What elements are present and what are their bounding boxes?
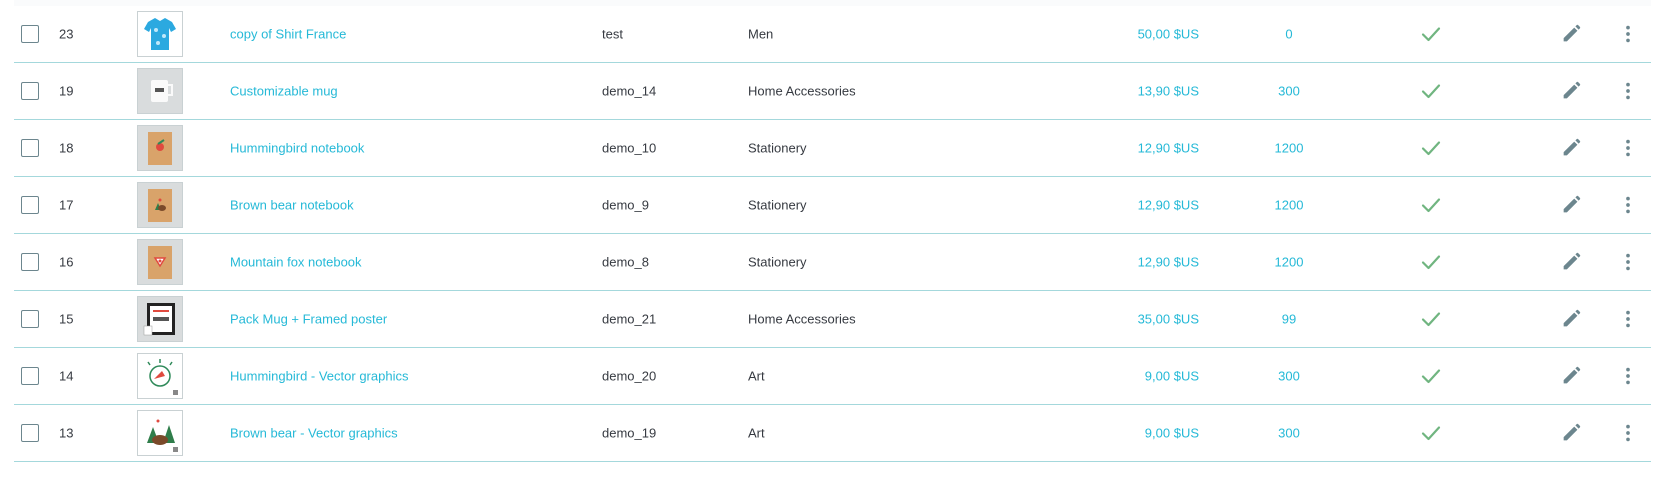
kebab-menu-icon[interactable] xyxy=(1617,137,1639,159)
check-icon[interactable] xyxy=(1419,421,1443,445)
pencil-icon[interactable] xyxy=(1560,251,1582,273)
kebab-menu-icon[interactable] xyxy=(1617,23,1639,45)
kebab-menu-icon[interactable] xyxy=(1617,251,1639,273)
row-checkbox[interactable] xyxy=(21,82,39,100)
product-price[interactable]: 50,00 $US xyxy=(1079,27,1199,42)
product-thumbnail[interactable] xyxy=(137,353,183,399)
table-row: 13 Brown bear - Vector graphics demo_19 Art… xyxy=(14,405,1651,462)
pencil-icon[interactable] xyxy=(1560,365,1582,387)
product-reference: demo_21 xyxy=(602,311,657,327)
product-id: 14 xyxy=(59,368,74,384)
table-row: 23 copy of Shirt France test Men 50,00 $US 0 xyxy=(14,6,1651,63)
product-quantity[interactable]: 300 xyxy=(1264,369,1314,384)
pencil-icon[interactable] xyxy=(1560,137,1582,159)
product-category: Home Accessories xyxy=(748,311,856,327)
product-thumbnail[interactable] xyxy=(137,68,183,114)
product-quantity[interactable]: 1200 xyxy=(1264,141,1314,156)
table-row: 19 Customizable mug demo_14 Home Accessorie… xyxy=(14,63,1651,120)
product-price[interactable]: 12,90 $US xyxy=(1079,255,1199,270)
table-row: 16 Mountain fox notebook demo_8 Stationery 1… xyxy=(14,234,1651,291)
product-name-link[interactable]: Pack Mug + Framed poster xyxy=(230,312,387,327)
product-quantity[interactable]: 1200 xyxy=(1264,255,1314,270)
kebab-menu-icon[interactable] xyxy=(1617,365,1639,387)
product-thumbnail[interactable] xyxy=(137,410,183,456)
product-price[interactable]: 9,00 $US xyxy=(1079,369,1199,384)
product-category: Art xyxy=(748,368,765,384)
product-name-link[interactable]: Brown bear - Vector graphics xyxy=(230,426,398,441)
product-reference: demo_9 xyxy=(602,197,649,213)
product-category: Stationery xyxy=(748,197,807,213)
product-price[interactable]: 12,90 $US xyxy=(1079,198,1199,213)
product-name-link[interactable]: copy of Shirt France xyxy=(230,27,346,42)
pencil-icon[interactable] xyxy=(1560,308,1582,330)
product-id: 16 xyxy=(59,254,74,270)
product-category: Men xyxy=(748,26,774,42)
kebab-menu-icon[interactable] xyxy=(1617,422,1639,444)
row-checkbox[interactable] xyxy=(21,310,39,328)
row-checkbox[interactable] xyxy=(21,424,39,442)
product-name-link[interactable]: Mountain fox notebook xyxy=(230,255,362,270)
product-category: Stationery xyxy=(748,140,807,156)
product-thumbnail[interactable] xyxy=(137,239,183,285)
pencil-icon[interactable] xyxy=(1560,194,1582,216)
product-name-link[interactable]: Hummingbird notebook xyxy=(230,141,364,156)
table-row: 17 Brown bear notebook demo_9 Stationery 12,… xyxy=(14,177,1651,234)
product-id: 15 xyxy=(59,311,74,327)
product-thumbnail[interactable] xyxy=(137,182,183,228)
product-thumbnail[interactable] xyxy=(137,11,183,57)
product-thumbnail[interactable] xyxy=(137,125,183,171)
product-reference: demo_14 xyxy=(602,83,657,99)
check-icon[interactable] xyxy=(1419,307,1443,331)
product-price[interactable]: 12,90 $US xyxy=(1079,141,1199,156)
product-thumbnail[interactable] xyxy=(137,296,183,342)
product-quantity[interactable]: 300 xyxy=(1264,426,1314,441)
product-quantity[interactable]: 99 xyxy=(1264,312,1314,327)
kebab-menu-icon[interactable] xyxy=(1617,308,1639,330)
product-id: 23 xyxy=(59,26,74,42)
product-reference: demo_10 xyxy=(602,140,657,156)
pencil-icon[interactable] xyxy=(1560,23,1582,45)
check-icon[interactable] xyxy=(1419,364,1443,388)
check-icon[interactable] xyxy=(1419,136,1443,160)
product-quantity[interactable]: 0 xyxy=(1264,27,1314,42)
pencil-icon[interactable] xyxy=(1560,80,1582,102)
pencil-icon[interactable] xyxy=(1560,422,1582,444)
product-price[interactable]: 13,90 $US xyxy=(1079,84,1199,99)
check-icon[interactable] xyxy=(1419,250,1443,274)
product-price[interactable]: 35,00 $US xyxy=(1079,312,1199,327)
product-reference: test xyxy=(602,26,623,42)
product-price[interactable]: 9,00 $US xyxy=(1079,426,1199,441)
check-icon[interactable] xyxy=(1419,79,1443,103)
product-id: 17 xyxy=(59,197,74,213)
product-category: Home Accessories xyxy=(748,83,856,99)
product-reference: demo_20 xyxy=(602,368,657,384)
kebab-menu-icon[interactable] xyxy=(1617,194,1639,216)
check-icon[interactable] xyxy=(1419,193,1443,217)
row-checkbox[interactable] xyxy=(21,139,39,157)
row-checkbox[interactable] xyxy=(21,25,39,43)
kebab-menu-icon[interactable] xyxy=(1617,80,1639,102)
product-name-link[interactable]: Brown bear notebook xyxy=(230,198,354,213)
row-checkbox[interactable] xyxy=(21,253,39,271)
product-name-link[interactable]: Customizable mug xyxy=(230,84,338,99)
row-checkbox[interactable] xyxy=(21,367,39,385)
table-row: 18 Hummingbird notebook demo_10 Stationery 1… xyxy=(14,120,1651,177)
row-checkbox[interactable] xyxy=(21,196,39,214)
product-name-link[interactable]: Hummingbird - Vector graphics xyxy=(230,369,408,384)
product-reference: demo_19 xyxy=(602,425,657,441)
product-id: 13 xyxy=(59,425,74,441)
product-quantity[interactable]: 1200 xyxy=(1264,198,1314,213)
product-reference: demo_8 xyxy=(602,254,649,270)
table-row: 14 Hummingbird - Vector graphics demo_20 Ar… xyxy=(14,348,1651,405)
product-id: 18 xyxy=(59,140,74,156)
table-row: 15 Pack Mug + Framed poster demo_21 Home Ac… xyxy=(14,291,1651,348)
check-icon[interactable] xyxy=(1419,22,1443,46)
product-category: Art xyxy=(748,425,765,441)
product-category: Stationery xyxy=(748,254,807,270)
product-table: 23 copy of Shirt France test Men 50,00 $US 0 1… xyxy=(14,6,1651,462)
product-quantity[interactable]: 300 xyxy=(1264,84,1314,99)
product-id: 19 xyxy=(59,83,74,99)
